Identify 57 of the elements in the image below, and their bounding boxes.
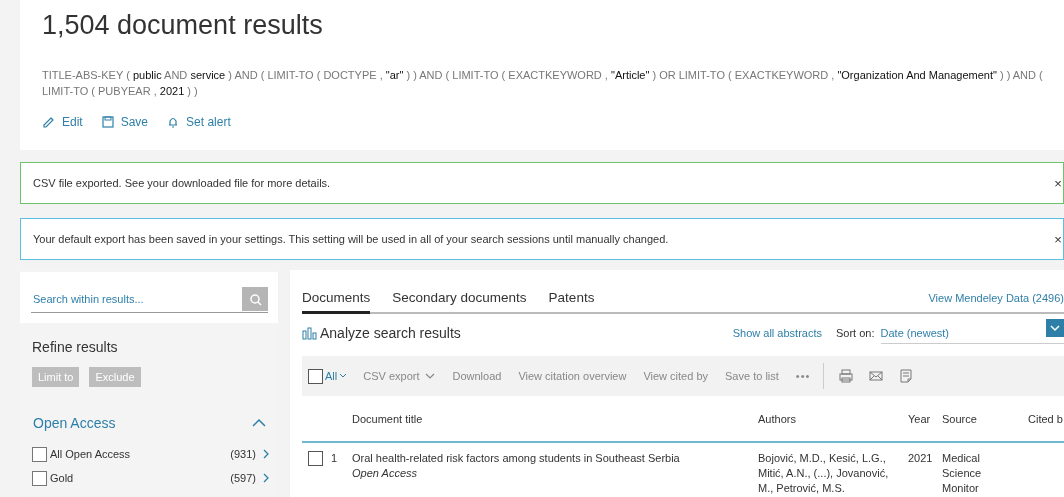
analyze-link[interactable]: Analyze search results bbox=[302, 325, 461, 341]
checkbox[interactable] bbox=[308, 451, 323, 466]
export-dropdown[interactable]: CSV export bbox=[363, 370, 436, 382]
checkbox[interactable] bbox=[32, 470, 47, 486]
toolbar-link[interactable]: Download bbox=[452, 370, 502, 382]
chevron-right-icon bbox=[262, 449, 270, 459]
more-button[interactable]: ••• bbox=[795, 370, 811, 382]
facet-heading: Open Access bbox=[33, 415, 116, 431]
tab[interactable]: Secondary documents bbox=[392, 290, 527, 314]
toolbar-link[interactable]: Save to list bbox=[725, 370, 779, 382]
column-header: Cited b bbox=[1028, 412, 1064, 425]
search-icon bbox=[248, 292, 262, 306]
table-cell-text: Bojović, M.D., Kesić, L.G., Mitić, A.N., (...), Jovanović, M., Petrović, M.S. bbox=[758, 451, 890, 496]
checkbox[interactable] bbox=[32, 446, 47, 462]
access-label: Open Access bbox=[352, 466, 418, 481]
facet-label: All Open Access bbox=[50, 448, 132, 460]
checkbox[interactable] bbox=[308, 368, 323, 384]
chevron-down-icon bbox=[425, 372, 436, 380]
table-cell-text: Medical Science Monitor bbox=[942, 451, 983, 496]
table-cell-text: 2021 bbox=[908, 451, 934, 466]
chevron-right-icon bbox=[262, 473, 270, 483]
alert-message: CSV file exported. See your downloaded file for more details. bbox=[33, 177, 331, 189]
save-link[interactable]: Save bbox=[100, 115, 149, 129]
facet-count: (931) bbox=[230, 448, 256, 460]
select-all-dropdown[interactable]: All bbox=[325, 370, 348, 382]
mendeley-link[interactable]: View Mendeley Data (2496) bbox=[928, 292, 1064, 312]
sort-label: Sort on: bbox=[836, 327, 875, 339]
bar-chart-icon bbox=[302, 326, 317, 340]
sort-dropdown[interactable]: Date (newest) bbox=[880, 322, 1064, 344]
document-title-link[interactable]: Oral health-related risk factors among students in Southeast Serbia bbox=[352, 451, 758, 466]
pencil-icon bbox=[42, 115, 56, 129]
section-heading: Refine results bbox=[32, 339, 119, 355]
close-button[interactable]: × bbox=[1053, 175, 1063, 191]
facet-count: (597) bbox=[230, 472, 256, 484]
column-header: Authors bbox=[758, 412, 797, 425]
alert-link[interactable]: Set alert bbox=[166, 115, 231, 129]
tab[interactable]: Patents bbox=[548, 290, 595, 314]
collapse-chevron-icon[interactable] bbox=[252, 418, 266, 428]
chevron-down-icon bbox=[339, 373, 348, 379]
column-header: Document title bbox=[352, 412, 424, 425]
show-abstracts-link[interactable]: Show all abstracts bbox=[732, 327, 822, 339]
column-header: Year bbox=[908, 412, 932, 425]
facet-label: Gold bbox=[50, 472, 75, 484]
results-title: 1,504 document results bbox=[42, 10, 324, 41]
chevron-down-icon bbox=[1050, 323, 1060, 332]
envelope-icon[interactable] bbox=[868, 368, 885, 384]
toolbar-link[interactable]: View citation overview bbox=[518, 370, 627, 382]
edit-link[interactable]: Edit bbox=[42, 115, 83, 129]
column-header: Source bbox=[942, 412, 978, 425]
document-icon[interactable] bbox=[898, 368, 915, 384]
close-button[interactable]: × bbox=[1053, 231, 1063, 247]
row-number: 1 bbox=[331, 451, 338, 466]
printer-icon[interactable] bbox=[838, 368, 855, 384]
tab[interactable]: Documents bbox=[302, 290, 371, 314]
alert-message: Your default export has been saved in your settings. This setting will be used in all of your search sessions until manually changed. bbox=[33, 233, 669, 245]
toolbar-link[interactable]: View cited by bbox=[643, 370, 709, 382]
search-query: TITLE-ABS-KEY ( public AND service ) AND ( LIMIT-TO ( DOCTYPE , "ar" ) ) AND ( LIMIT-TO ( EXACTKEYWORD , "Article" ) OR LIMIT-TO ( EXACTKEYWORD , "Organization And Management" ) ) AND ( LIMIT-TO ( PUBYEAR , 2021 ) ) bbox=[42, 68, 1044, 99]
